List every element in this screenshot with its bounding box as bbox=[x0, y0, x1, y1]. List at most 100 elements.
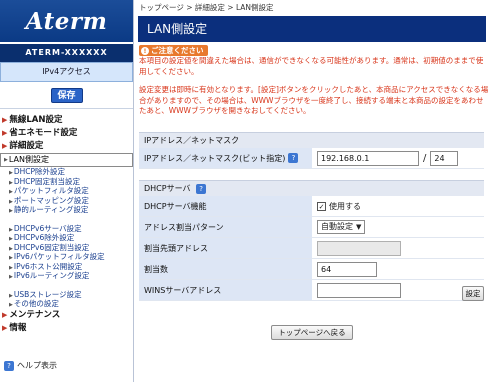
nav-item-6[interactable]: ▶パケットフィルタ設定 bbox=[0, 186, 133, 196]
nav-item-13[interactable]: ▶IPv6ホスト公開設定 bbox=[0, 262, 133, 272]
chevron-down-icon: ▼ bbox=[356, 223, 362, 231]
nav-section-17[interactable]: ▶ メンテナンス bbox=[0, 309, 133, 322]
nav-gap bbox=[0, 215, 133, 224]
nav-label: パケットフィルタ設定 bbox=[13, 186, 89, 195]
nav-item-4[interactable]: ▶DHCP除外設定 bbox=[0, 167, 133, 177]
count-input[interactable]: 64 bbox=[317, 261, 377, 277]
ip-address-input[interactable]: 192.168.0.1 bbox=[317, 150, 419, 166]
bullet-icon: ▶ bbox=[9, 302, 13, 308]
sidebar: Aterm ATERM-XXXXXX IPv4アクセス 保存 ▶ 無線LAN設定 ▶… bbox=[0, 0, 134, 382]
ip-row: IPアドレス／ネットマスク(ビット指定) ? 192.168.0.1 / 24 bbox=[139, 148, 484, 169]
netmask-input[interactable]: 24 bbox=[430, 150, 459, 166]
nav-label: IPv6ルーティング設定 bbox=[13, 271, 90, 280]
pattern-label: アドレス割当パターン bbox=[139, 217, 312, 237]
notice-paragraph-1: 本項目の設定値を間違えた場合は、通信ができなくなる可能性があります。通常は、初期… bbox=[139, 56, 484, 76]
nav-item-10[interactable]: ▶DHCPv6除外設定 bbox=[0, 233, 133, 243]
notice-tag: ! ご注意ください bbox=[139, 45, 208, 56]
nav-label: メンテナンス bbox=[9, 309, 61, 320]
dhcp-section-heading: DHCPサーバ ? bbox=[139, 180, 484, 196]
pattern-row: アドレス割当パターン 自動設定 ▼ bbox=[139, 217, 484, 238]
bullet-icon: ▶ bbox=[9, 179, 13, 186]
nav-item-15[interactable]: ▶USBストレージ設定 bbox=[0, 290, 133, 300]
dhcp-section: DHCPサーバ ? DHCPサーバ機能 ✓ 使用する アドレス割当パターン 自動… bbox=[139, 180, 484, 301]
nav-item-16[interactable]: ▶その他の設定 bbox=[0, 299, 133, 309]
dhcp-enable-checkbox[interactable]: ✓ bbox=[317, 201, 326, 211]
start-address-value bbox=[312, 238, 484, 258]
wins-label: WINSサーバアドレス bbox=[139, 280, 312, 300]
wins-input[interactable] bbox=[317, 282, 401, 298]
bullet-icon: ▶ bbox=[9, 245, 13, 252]
nav-item-12[interactable]: ▶IPv6パケットフィルタ設定 bbox=[0, 252, 133, 262]
bullet-icon: ▶ bbox=[9, 236, 13, 242]
nav-label: 省エネモード設定 bbox=[9, 128, 78, 138]
notice-paragraph-2: 設定変更は即時に有効となります。[設定]ボタンをクリックしたあと、本商品にアクセ… bbox=[139, 85, 489, 115]
logo-area: Aterm bbox=[0, 0, 133, 42]
count-label: 割当数 bbox=[139, 259, 312, 279]
nav-item-7[interactable]: ▶ポートマッピング設定 bbox=[0, 196, 133, 206]
nav-label: DHCP固定割当設定 bbox=[13, 176, 81, 186]
nav-item-8[interactable]: ▶静的ルーティング設定 bbox=[0, 205, 133, 215]
bullet-icon: ▶ bbox=[9, 198, 13, 205]
bullet-icon: ▶ bbox=[9, 264, 13, 271]
count-row: 割当数 64 bbox=[139, 259, 484, 280]
ip-separator: / bbox=[423, 152, 427, 164]
ip-section-heading: IPアドレス／ネットマスク bbox=[139, 132, 484, 148]
dhcp-function-label: DHCPサーバ機能 bbox=[139, 196, 312, 216]
nav-section-2[interactable]: ▶ 詳細設定 bbox=[0, 140, 133, 153]
save-button[interactable]: 保存 bbox=[50, 87, 83, 103]
nav-section-18[interactable]: ▶ 情報 bbox=[0, 322, 133, 335]
pattern-select[interactable]: 自動設定 ▼ bbox=[317, 220, 366, 234]
arrow-right-icon: ▶ bbox=[2, 142, 8, 150]
access-mode: IPv4アクセス bbox=[0, 62, 133, 82]
nav-label: DHCPv6除外設定 bbox=[13, 233, 75, 242]
breadcrumb: トップページ > 詳細設定 > LAN側設定 bbox=[139, 3, 274, 12]
help-icon[interactable]: ? bbox=[288, 153, 299, 163]
nav-label: 無線LAN設定 bbox=[9, 115, 63, 125]
bullet-icon: ▶ bbox=[9, 170, 13, 176]
bullet-icon: ▶ bbox=[9, 189, 13, 195]
nav-label: 情報 bbox=[9, 322, 27, 333]
nav-item-3[interactable]: ▶ LAN側設定 bbox=[0, 153, 133, 167]
nav-item-14[interactable]: ▶IPv6ルーティング設定 bbox=[0, 271, 133, 281]
help-label: ヘルプ表示 bbox=[17, 361, 57, 370]
ip-row-value: 192.168.0.1 / 24 bbox=[312, 148, 484, 168]
help-icon: ? bbox=[4, 360, 14, 371]
arrow-right-icon: ▶ bbox=[2, 323, 8, 332]
arrow-right-icon: ▶ bbox=[2, 310, 8, 319]
bullet-icon: ▶ bbox=[9, 274, 13, 280]
start-address-input[interactable] bbox=[317, 240, 401, 256]
wins-value bbox=[312, 280, 484, 300]
nav-label: DHCPv6サーバ設定 bbox=[13, 223, 82, 233]
help-icon[interactable]: ? bbox=[196, 184, 207, 194]
nav-label: 詳細設定 bbox=[9, 141, 44, 151]
nav-label: DHCP除外設定 bbox=[13, 167, 66, 176]
warning-icon: ! bbox=[141, 46, 149, 55]
nav-label: その他の設定 bbox=[13, 299, 59, 308]
nav-label: LAN側設定 bbox=[8, 155, 49, 164]
help-link[interactable]: ? ヘルプ表示 bbox=[4, 360, 57, 371]
bullet-icon: ▶ bbox=[9, 255, 13, 261]
bullet-icon: ▶ bbox=[9, 292, 13, 299]
ip-row-label: IPアドレス／ネットマスク(ビット指定) ? bbox=[139, 148, 312, 168]
dhcp-heading-text: DHCPサーバ bbox=[144, 184, 191, 193]
ip-label-text: IPアドレス／ネットマスク(ビット指定) bbox=[144, 153, 286, 163]
nav-item-11[interactable]: ▶DHCPv6固定割当設定 bbox=[0, 243, 133, 253]
back-to-top-button[interactable]: トップページへ戻る bbox=[271, 325, 353, 340]
count-value: 64 bbox=[312, 259, 484, 279]
nav-section-1[interactable]: ▶ 省エネモード設定 bbox=[0, 127, 133, 140]
save-area: 保存 bbox=[0, 82, 133, 109]
nav-item-5[interactable]: ▶DHCP固定割当設定 bbox=[0, 177, 133, 187]
bullet-icon: ▶ bbox=[4, 157, 8, 163]
nav-section-0[interactable]: ▶ 無線LAN設定 bbox=[0, 114, 133, 127]
nav-label: IPv6ホスト公開設定 bbox=[13, 261, 83, 271]
nav-item-9[interactable]: ▶DHCPv6サーバ設定 bbox=[0, 224, 133, 234]
bullet-icon: ▶ bbox=[9, 208, 13, 214]
wins-row: WINSサーバアドレス bbox=[139, 280, 484, 301]
start-address-row: 割当先頭アドレス bbox=[139, 238, 484, 259]
sidebar-nav: ▶ 無線LAN設定 ▶ 省エネモード設定 ▶ 詳細設定 ▶ LAN側設定 ▶DHCP除外設定 ▶D… bbox=[0, 109, 133, 335]
start-address-label: 割当先頭アドレス bbox=[139, 238, 312, 258]
dhcp-function-value: ✓ 使用する bbox=[312, 196, 484, 216]
apply-button[interactable]: 設定 bbox=[462, 286, 484, 301]
nav-gap bbox=[0, 281, 133, 290]
bullet-icon: ▶ bbox=[9, 226, 13, 233]
